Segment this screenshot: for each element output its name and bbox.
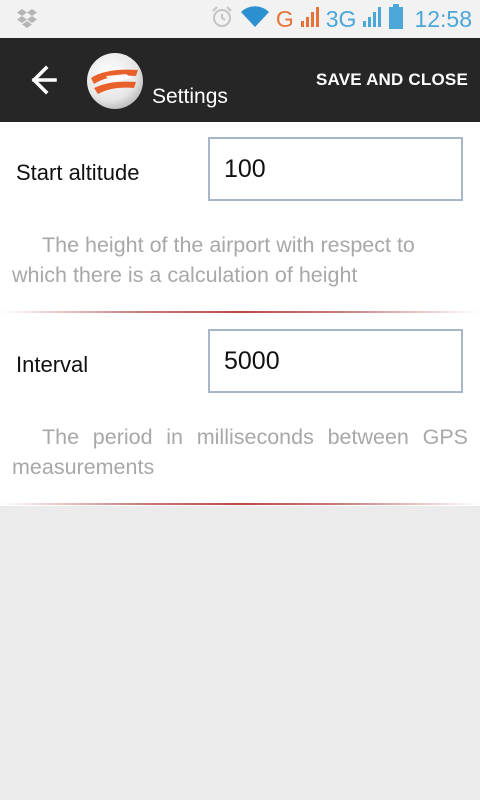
divider bbox=[0, 311, 480, 313]
setting-label: Interval bbox=[16, 352, 89, 377]
wifi-icon bbox=[240, 5, 270, 34]
start-altitude-input[interactable]: 100 bbox=[208, 137, 463, 201]
setting-description: The height of the airport with respect t… bbox=[12, 233, 415, 287]
setting-description: The period in milliseconds between GPS m… bbox=[12, 425, 468, 479]
status-bar: G 3G 12:58 bbox=[0, 0, 480, 38]
settings-panel: Start altitude 100 The height of the air… bbox=[0, 122, 480, 506]
network-type-g: G bbox=[275, 5, 294, 32]
network-type-3g: 3G bbox=[325, 5, 357, 32]
action-bar: Settings SAVE AND CLOSE bbox=[0, 38, 480, 122]
app-logo bbox=[86, 52, 144, 110]
page-title: Settings bbox=[152, 85, 228, 108]
dropbox-icon bbox=[16, 8, 38, 33]
clock: 12:58 bbox=[414, 5, 472, 32]
signal-icon-2 bbox=[362, 6, 382, 33]
interval-input[interactable]: 5000 bbox=[208, 329, 463, 393]
signal-icon bbox=[300, 6, 320, 33]
alarm-icon bbox=[210, 5, 234, 34]
divider bbox=[0, 503, 480, 505]
save-and-close-button[interactable]: SAVE AND CLOSE bbox=[316, 70, 468, 90]
setting-label: Start altitude bbox=[16, 160, 140, 185]
back-button[interactable] bbox=[22, 62, 62, 98]
back-arrow-icon bbox=[31, 65, 57, 95]
battery-icon bbox=[388, 3, 404, 35]
